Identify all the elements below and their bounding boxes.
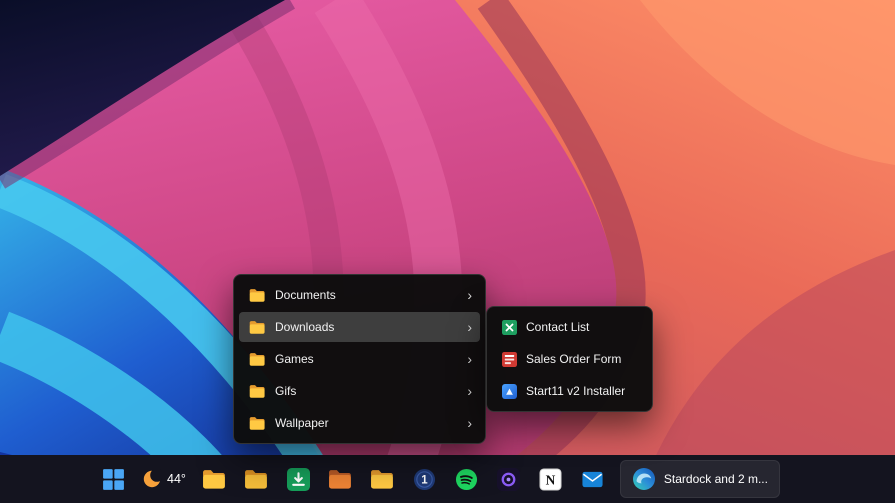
menu-item-label: Games bbox=[275, 352, 459, 366]
folder-icon bbox=[202, 467, 227, 492]
edge-icon bbox=[632, 467, 656, 491]
spotify-button[interactable] bbox=[447, 459, 487, 499]
folder-orange-icon bbox=[328, 467, 353, 492]
folder-icon bbox=[244, 467, 269, 492]
purple-app-icon bbox=[497, 468, 520, 491]
spotify-icon bbox=[455, 468, 478, 491]
svg-text:N: N bbox=[546, 472, 556, 487]
taskbar-folder-button-4[interactable] bbox=[363, 459, 403, 499]
folder-icon bbox=[249, 384, 266, 399]
folder-icon bbox=[249, 288, 266, 303]
onepassword-button[interactable]: 1 bbox=[405, 459, 445, 499]
chevron-right-icon: › bbox=[459, 384, 472, 398]
submenu-item-label: Contact List bbox=[526, 320, 639, 334]
weather-moon-icon bbox=[142, 469, 162, 489]
menu-item-games[interactable]: Games › bbox=[239, 344, 480, 374]
svg-text:1: 1 bbox=[422, 474, 429, 486]
notion-button[interactable]: N bbox=[531, 459, 571, 499]
windows-logo-icon bbox=[101, 467, 126, 492]
1password-icon: 1 bbox=[413, 468, 436, 491]
menu-item-label: Wallpaper bbox=[275, 416, 459, 430]
menu-item-documents[interactable]: Documents › bbox=[239, 280, 480, 310]
mail-button[interactable] bbox=[573, 459, 613, 499]
submenu-item-start11-installer[interactable]: Start11 v2 Installer bbox=[492, 376, 647, 406]
purple-app-button[interactable] bbox=[489, 459, 529, 499]
folder-icon bbox=[249, 416, 266, 431]
menu-item-label: Gifs bbox=[275, 384, 459, 398]
folder-icon bbox=[249, 320, 266, 335]
submenu-item-label: Start11 v2 Installer bbox=[526, 384, 639, 398]
window-group-label: Stardock and 2 m... bbox=[664, 472, 768, 486]
taskbar-folder-button-1[interactable] bbox=[195, 459, 235, 499]
weather-widget-button[interactable]: 44° bbox=[134, 459, 194, 499]
menu-item-wallpaper[interactable]: Wallpaper › bbox=[239, 408, 480, 438]
menu-item-gifs[interactable]: Gifs › bbox=[239, 376, 480, 406]
weather-temperature: 44° bbox=[167, 472, 186, 486]
downloads-submenu: Contact List Sales Order Form Start11 v2… bbox=[486, 306, 653, 412]
taskbar: 44° 1 bbox=[0, 455, 895, 503]
chevron-right-icon: › bbox=[459, 288, 472, 302]
menu-item-label: Downloads bbox=[275, 320, 459, 334]
installer-file-icon bbox=[502, 384, 517, 399]
submenu-item-contact-list[interactable]: Contact List bbox=[492, 312, 647, 342]
folder-icon bbox=[249, 352, 266, 367]
submenu-item-label: Sales Order Form bbox=[526, 352, 639, 366]
edge-window-group-button[interactable]: Stardock and 2 m... bbox=[620, 460, 780, 498]
menu-item-label: Documents bbox=[275, 288, 459, 302]
start-button[interactable] bbox=[93, 459, 133, 499]
chevron-right-icon: › bbox=[459, 416, 472, 430]
submenu-item-sales-order-form[interactable]: Sales Order Form bbox=[492, 344, 647, 374]
excel-file-icon bbox=[502, 320, 517, 335]
chevron-right-icon: › bbox=[459, 352, 472, 366]
folder-flyout-menu: Documents › Downloads › Games › Gifs › W… bbox=[233, 274, 486, 444]
taskbar-folder-button-3[interactable] bbox=[321, 459, 361, 499]
notion-icon: N bbox=[539, 468, 562, 491]
folder-icon bbox=[370, 467, 395, 492]
download-icon bbox=[287, 468, 310, 491]
menu-item-downloads[interactable]: Downloads › bbox=[239, 312, 480, 342]
download-app-button[interactable] bbox=[279, 459, 319, 499]
mail-icon bbox=[581, 468, 604, 491]
form-file-icon bbox=[502, 352, 517, 367]
chevron-right-icon: › bbox=[459, 320, 472, 334]
taskbar-folder-button-2[interactable] bbox=[237, 459, 277, 499]
